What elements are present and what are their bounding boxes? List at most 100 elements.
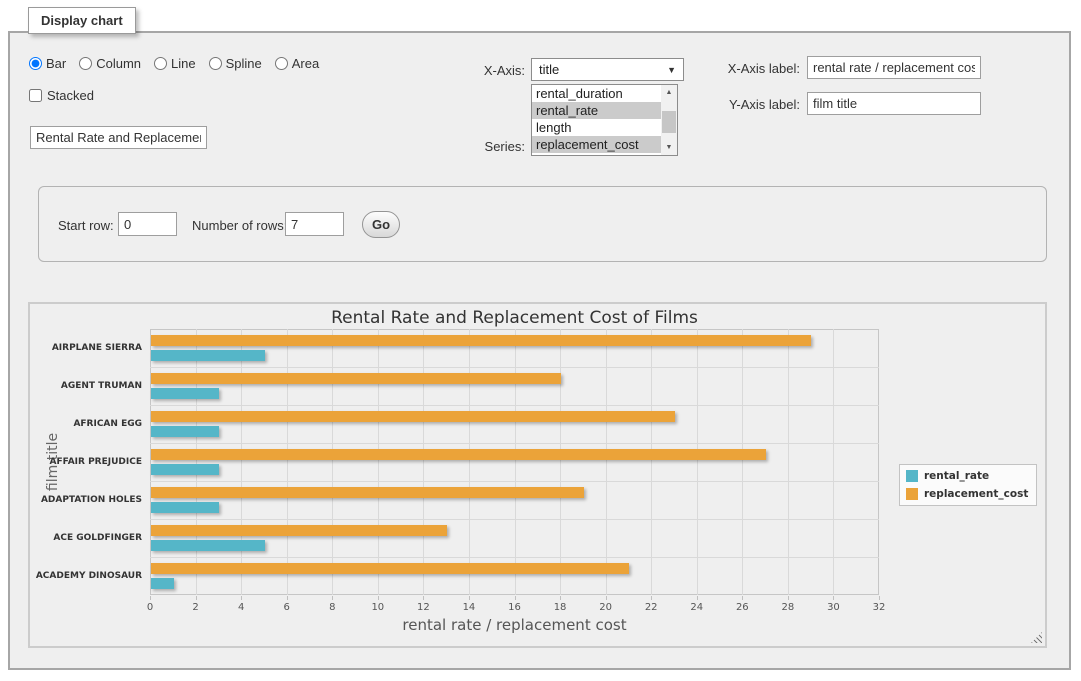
radio-option-area[interactable]: Area	[275, 56, 319, 71]
scroll-down-icon[interactable]: ▼	[661, 140, 677, 155]
radio-option-bar[interactable]: Bar	[29, 56, 66, 71]
gridline	[150, 367, 879, 368]
chart-type-radio-group: Bar Column Line Spline Area	[29, 56, 319, 71]
series-option-rental-duration[interactable]: rental_duration	[532, 85, 662, 102]
bar-rental_rate	[151, 464, 219, 475]
row-range-panel	[38, 186, 1047, 262]
radio-option-column[interactable]: Column	[79, 56, 141, 71]
x-tick-mark	[788, 596, 789, 600]
x-tick-mark	[606, 596, 607, 600]
go-button[interactable]: Go	[362, 211, 400, 238]
number-of-rows-input[interactable]	[285, 212, 344, 236]
bar-rental_rate	[151, 540, 265, 551]
column-radio[interactable]	[79, 57, 92, 70]
gridline	[150, 557, 879, 558]
x-tick-label: 6	[267, 602, 307, 613]
gridline	[560, 329, 561, 595]
series-option-rental-rate[interactable]: rental_rate	[532, 102, 662, 119]
area-radio[interactable]	[275, 57, 288, 70]
bar-replacement_cost	[151, 525, 447, 536]
gridline	[150, 443, 879, 444]
x-tick-mark	[241, 596, 242, 600]
bar-rental_rate	[151, 578, 174, 589]
x-tick-mark	[423, 596, 424, 600]
number-of-rows-label: Number of rows:	[192, 218, 287, 233]
gridline	[742, 329, 743, 595]
x-tick-label: 28	[768, 602, 808, 613]
stacked-option[interactable]: Stacked	[29, 88, 94, 103]
series-option-replacement-cost[interactable]: replacement_cost	[532, 136, 662, 153]
line-radio-label: Line	[171, 56, 196, 71]
start-row-label: Start row:	[58, 218, 114, 233]
legend-swatch-icon	[906, 470, 918, 482]
series-listbox[interactable]: rental_duration rental_rate length repla…	[531, 84, 678, 156]
x-tick-label: 0	[130, 602, 170, 613]
scrollbar-thumb[interactable]	[662, 111, 676, 133]
legend-label: rental_rate	[924, 470, 989, 482]
listbox-scrollbar[interactable]: ▲ ▼	[661, 85, 677, 155]
x-tick-label: 22	[631, 602, 671, 613]
x-tick-label: 18	[540, 602, 580, 613]
area-radio-label: Area	[292, 56, 319, 71]
gridline	[196, 329, 197, 595]
bar-radio[interactable]	[29, 57, 42, 70]
scroll-up-icon[interactable]: ▲	[661, 85, 677, 100]
start-row-input[interactable]	[118, 212, 177, 236]
radio-option-spline[interactable]: Spline	[209, 56, 262, 71]
x-tick-label: 4	[221, 602, 261, 613]
bar-replacement_cost	[151, 563, 629, 574]
bar-replacement_cost	[151, 335, 811, 346]
bar-rental_rate	[151, 388, 219, 399]
gridline	[697, 329, 698, 595]
chart-title: Rental Rate and Replacement Cost of Film…	[150, 308, 879, 328]
gridline	[150, 481, 879, 482]
bar-replacement_cost	[151, 411, 675, 422]
column-radio-label: Column	[96, 56, 141, 71]
display-chart-legend: Display chart	[28, 7, 136, 34]
radio-option-line[interactable]: Line	[154, 56, 196, 71]
bar-replacement_cost	[151, 487, 584, 498]
y-axis-label-input[interactable]	[807, 92, 981, 115]
x-tick-mark	[833, 596, 834, 600]
x-tick-mark	[469, 596, 470, 600]
legend-label: replacement_cost	[924, 488, 1028, 500]
legend-entry-replacement_cost[interactable]: replacement_cost	[906, 488, 1028, 500]
x-tick-label: 10	[358, 602, 398, 613]
line-radio[interactable]	[154, 57, 167, 70]
gridline	[651, 329, 652, 595]
y-axis-label-caption: Y-Axis label:	[712, 97, 800, 112]
gridline	[332, 329, 333, 595]
category-label: AIRPLANE SIERRA	[30, 343, 142, 353]
stacked-checkbox[interactable]	[29, 89, 42, 102]
x-tick-mark	[196, 596, 197, 600]
gridline	[150, 519, 879, 520]
gridline	[378, 329, 379, 595]
x-tick-label: 26	[722, 602, 762, 613]
x-tick-mark	[742, 596, 743, 600]
spline-radio[interactable]	[209, 57, 222, 70]
chart-title-input[interactable]	[30, 126, 207, 149]
x-tick-mark	[332, 596, 333, 600]
gridline	[423, 329, 424, 595]
x-tick-label: 30	[813, 602, 853, 613]
resize-grip-icon[interactable]	[1031, 632, 1042, 643]
x-tick-label: 12	[403, 602, 443, 613]
category-label: AGENT TRUMAN	[30, 381, 142, 391]
gridline	[469, 329, 470, 595]
x-tick-mark	[515, 596, 516, 600]
x-tick-label: 2	[176, 602, 216, 613]
bar-replacement_cost	[151, 449, 766, 460]
series-option-length[interactable]: length	[532, 119, 662, 136]
gridline	[833, 329, 834, 595]
legend-swatch-icon	[906, 488, 918, 500]
category-label: AFRICAN EGG	[30, 419, 142, 429]
legend-entry-rental_rate[interactable]: rental_rate	[906, 470, 1028, 482]
gridline	[241, 329, 242, 595]
category-label: AFFAIR PREJUDICE	[30, 457, 142, 467]
category-label: ADAPTATION HOLES	[30, 495, 142, 505]
gridline	[788, 329, 789, 595]
x-axis-select[interactable]: title ▼	[531, 58, 684, 81]
gridline	[150, 405, 879, 406]
x-tick-mark	[697, 596, 698, 600]
x-axis-label-input[interactable]	[807, 56, 981, 79]
